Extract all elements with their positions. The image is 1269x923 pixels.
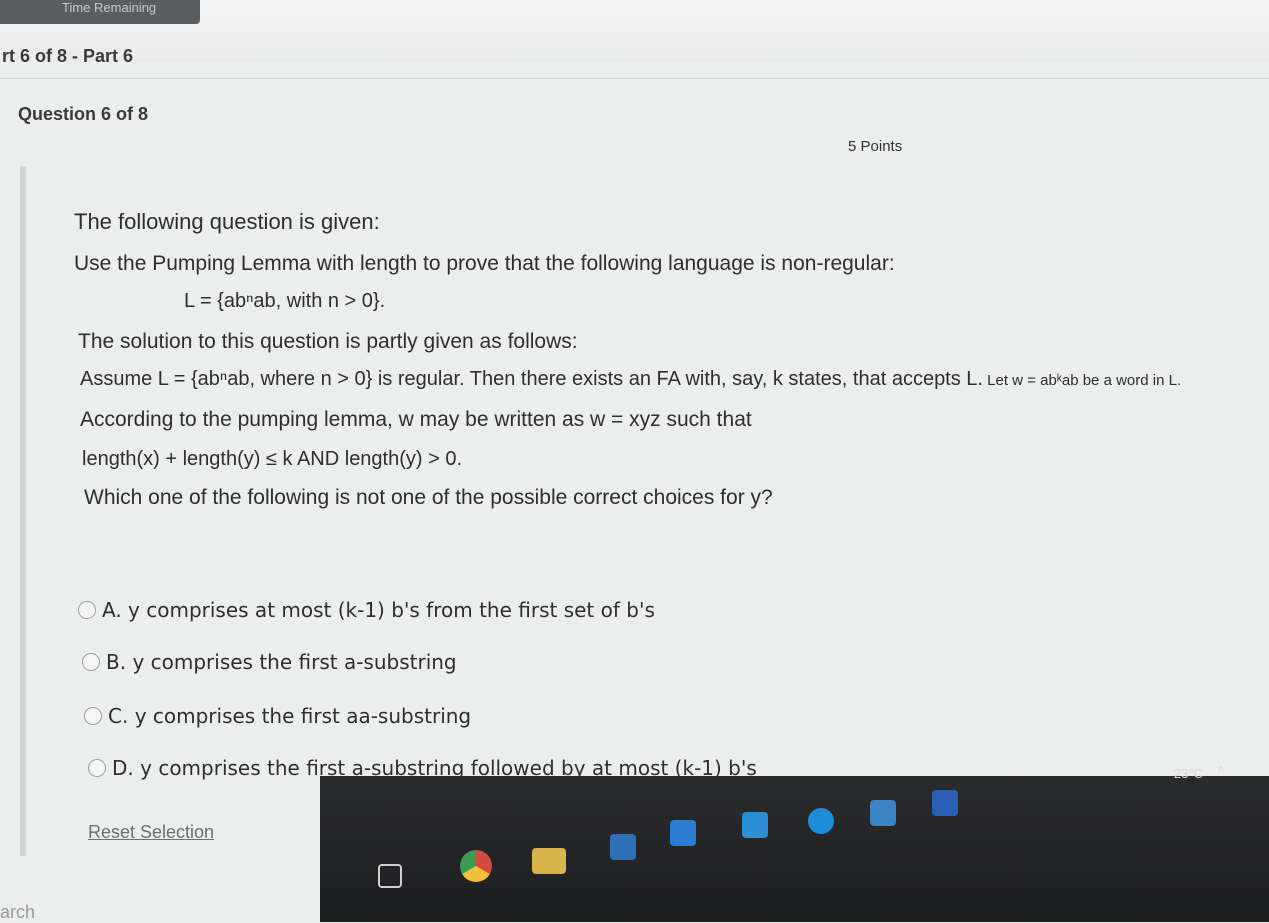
option-b-text: y comprises the first a-substring — [132, 650, 457, 674]
option-a-radio[interactable] — [78, 601, 96, 619]
temperature-readout[interactable]: 23°C — [1174, 766, 1203, 781]
mail-icon[interactable] — [670, 820, 696, 846]
option-a-text: y comprises at most (k-1) b's from the f… — [128, 598, 655, 622]
file-explorer-icon[interactable] — [532, 848, 566, 874]
chevron-up-icon[interactable]: ^ — [1218, 764, 1224, 779]
solution-intro: The solution to this question is partly … — [78, 330, 578, 353]
assumption-main: Assume L = {abⁿab, where n > 0} is regul… — [80, 368, 983, 390]
option-b-radio[interactable] — [82, 653, 100, 671]
taskbar: 23°C ^ — [320, 764, 1269, 922]
pumping-lemma-statement: According to the pumping lemma, w may be… — [80, 408, 752, 431]
store-icon[interactable] — [610, 834, 636, 860]
option-c-letter: C. — [108, 704, 129, 728]
question-intro: The following question is given: — [74, 209, 380, 234]
language-definition: L = {abⁿab, with n > 0}. — [184, 290, 386, 312]
option-a-letter: A. — [102, 598, 122, 622]
assumption-tail: Let w = abᵏab be a word in L. — [982, 372, 1182, 389]
assumption-line: Assume L = {abⁿab, where n > 0} is regul… — [80, 368, 1181, 391]
option-a[interactable]: A. y comprises at most (k-1) b's from th… — [78, 598, 655, 622]
taskbar-search-fragment[interactable]: arch — [0, 902, 35, 923]
task-view-icon[interactable] — [378, 864, 402, 888]
option-b-letter: B. — [106, 650, 127, 674]
option-d-radio[interactable] — [88, 759, 106, 777]
option-b[interactable]: B. y comprises the first a-substring — [82, 650, 457, 674]
option-d-letter: D. — [112, 756, 134, 780]
reset-selection-link[interactable]: Reset Selection — [88, 822, 214, 843]
edge-icon[interactable] — [808, 808, 834, 834]
option-c-text: y comprises the first aa-substring — [134, 704, 472, 728]
chrome-icon[interactable] — [460, 850, 492, 882]
option-c[interactable]: C. y comprises the first aa-substring — [84, 704, 471, 728]
option-c-radio[interactable] — [84, 707, 102, 725]
question-task: Use the Pumping Lemma with length to pro… — [74, 252, 895, 275]
question-prompt: Which one of the following is not one of… — [84, 486, 773, 509]
word-icon[interactable] — [932, 790, 958, 816]
launcher-icon[interactable] — [742, 812, 768, 838]
photos-icon[interactable] — [870, 800, 896, 826]
length-condition: length(x) + length(y) ≤ k AND length(y) … — [82, 448, 463, 470]
